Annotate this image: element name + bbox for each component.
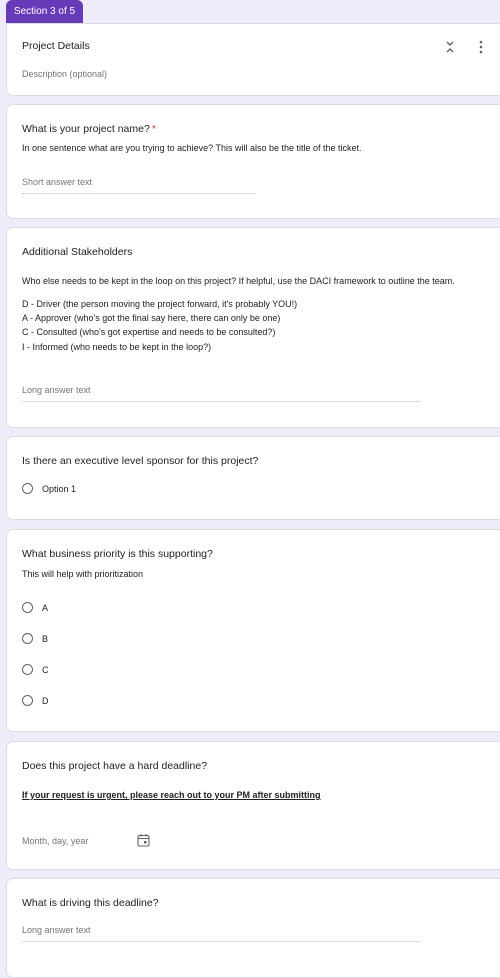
short-answer-input[interactable]: Short answer text (22, 177, 92, 187)
question-description: Who else needs to be kept in the loop on… (22, 276, 455, 286)
question-card-hard-deadline: Does this project have a hard deadline? … (6, 741, 500, 870)
section-title[interactable]: Project Details (22, 40, 90, 52)
question-card-business-priority: What business priority is this supportin… (6, 529, 500, 732)
more-options-icon[interactable] (479, 40, 483, 57)
question-title-text: What is your project name? (22, 123, 150, 135)
radio-option-b[interactable] (22, 633, 33, 644)
long-answer-underline[interactable] (22, 941, 419, 942)
question-description: This will help with prioritization (22, 569, 144, 579)
calendar-icon[interactable] (137, 833, 150, 850)
question-title: Is there an executive level sponsor for … (22, 455, 259, 467)
long-answer-input[interactable]: Long answer text (22, 925, 91, 935)
question-title: What is your project name? * (22, 123, 156, 135)
radio-option-d[interactable] (22, 695, 33, 706)
radio-option-label: B (42, 634, 49, 644)
radio-option-label: A (42, 603, 49, 613)
section-tab: Section 3 of 5 (6, 0, 83, 23)
required-asterisk: * (151, 123, 156, 135)
question-card-stakeholders: Additional Stakeholders Who else needs t… (6, 227, 500, 428)
question-description: In one sentence what are you trying to a… (22, 143, 362, 153)
question-title: What is driving this deadline? (22, 897, 159, 909)
question-card-exec-sponsor: Is there an executive level sponsor for … (6, 436, 500, 520)
urgent-note: If your request is urgent, please reach … (22, 790, 321, 800)
question-title: Does this project have a hard deadline? (22, 760, 208, 772)
radio-option-a[interactable] (22, 602, 33, 613)
daci-line-informed: I - Informed (who needs to be kept in th… (22, 342, 212, 352)
long-answer-underline[interactable] (22, 401, 419, 402)
section-header-card: Project Details Description (optional) (6, 23, 500, 96)
radio-option-label: Option 1 (42, 484, 77, 494)
radio-option-c[interactable] (22, 664, 33, 675)
collapse-expand-icon[interactable] (445, 39, 455, 58)
long-answer-input[interactable]: Long answer text (22, 385, 91, 395)
daci-line-consulted: C - Consulted (who's got expertise and n… (22, 327, 276, 337)
daci-line-driver: D - Driver (the person moving the projec… (22, 299, 298, 309)
section-description[interactable]: Description (optional) (22, 69, 107, 79)
question-title: What business priority is this supportin… (22, 548, 213, 560)
radio-option-label: C (42, 665, 49, 675)
short-answer-underline[interactable] (22, 193, 256, 194)
question-card-project-name: What is your project name? * In one sente… (6, 104, 500, 219)
radio-option-1[interactable] (22, 483, 33, 494)
question-card-deadline-driver: What is driving this deadline? Long answ… (6, 878, 500, 978)
date-input[interactable]: Month, day, year (22, 836, 88, 846)
radio-option-label: D (42, 696, 49, 706)
question-title: Additional Stakeholders (22, 246, 133, 258)
daci-line-approver: A - Approver (who's got the final say he… (22, 313, 281, 323)
